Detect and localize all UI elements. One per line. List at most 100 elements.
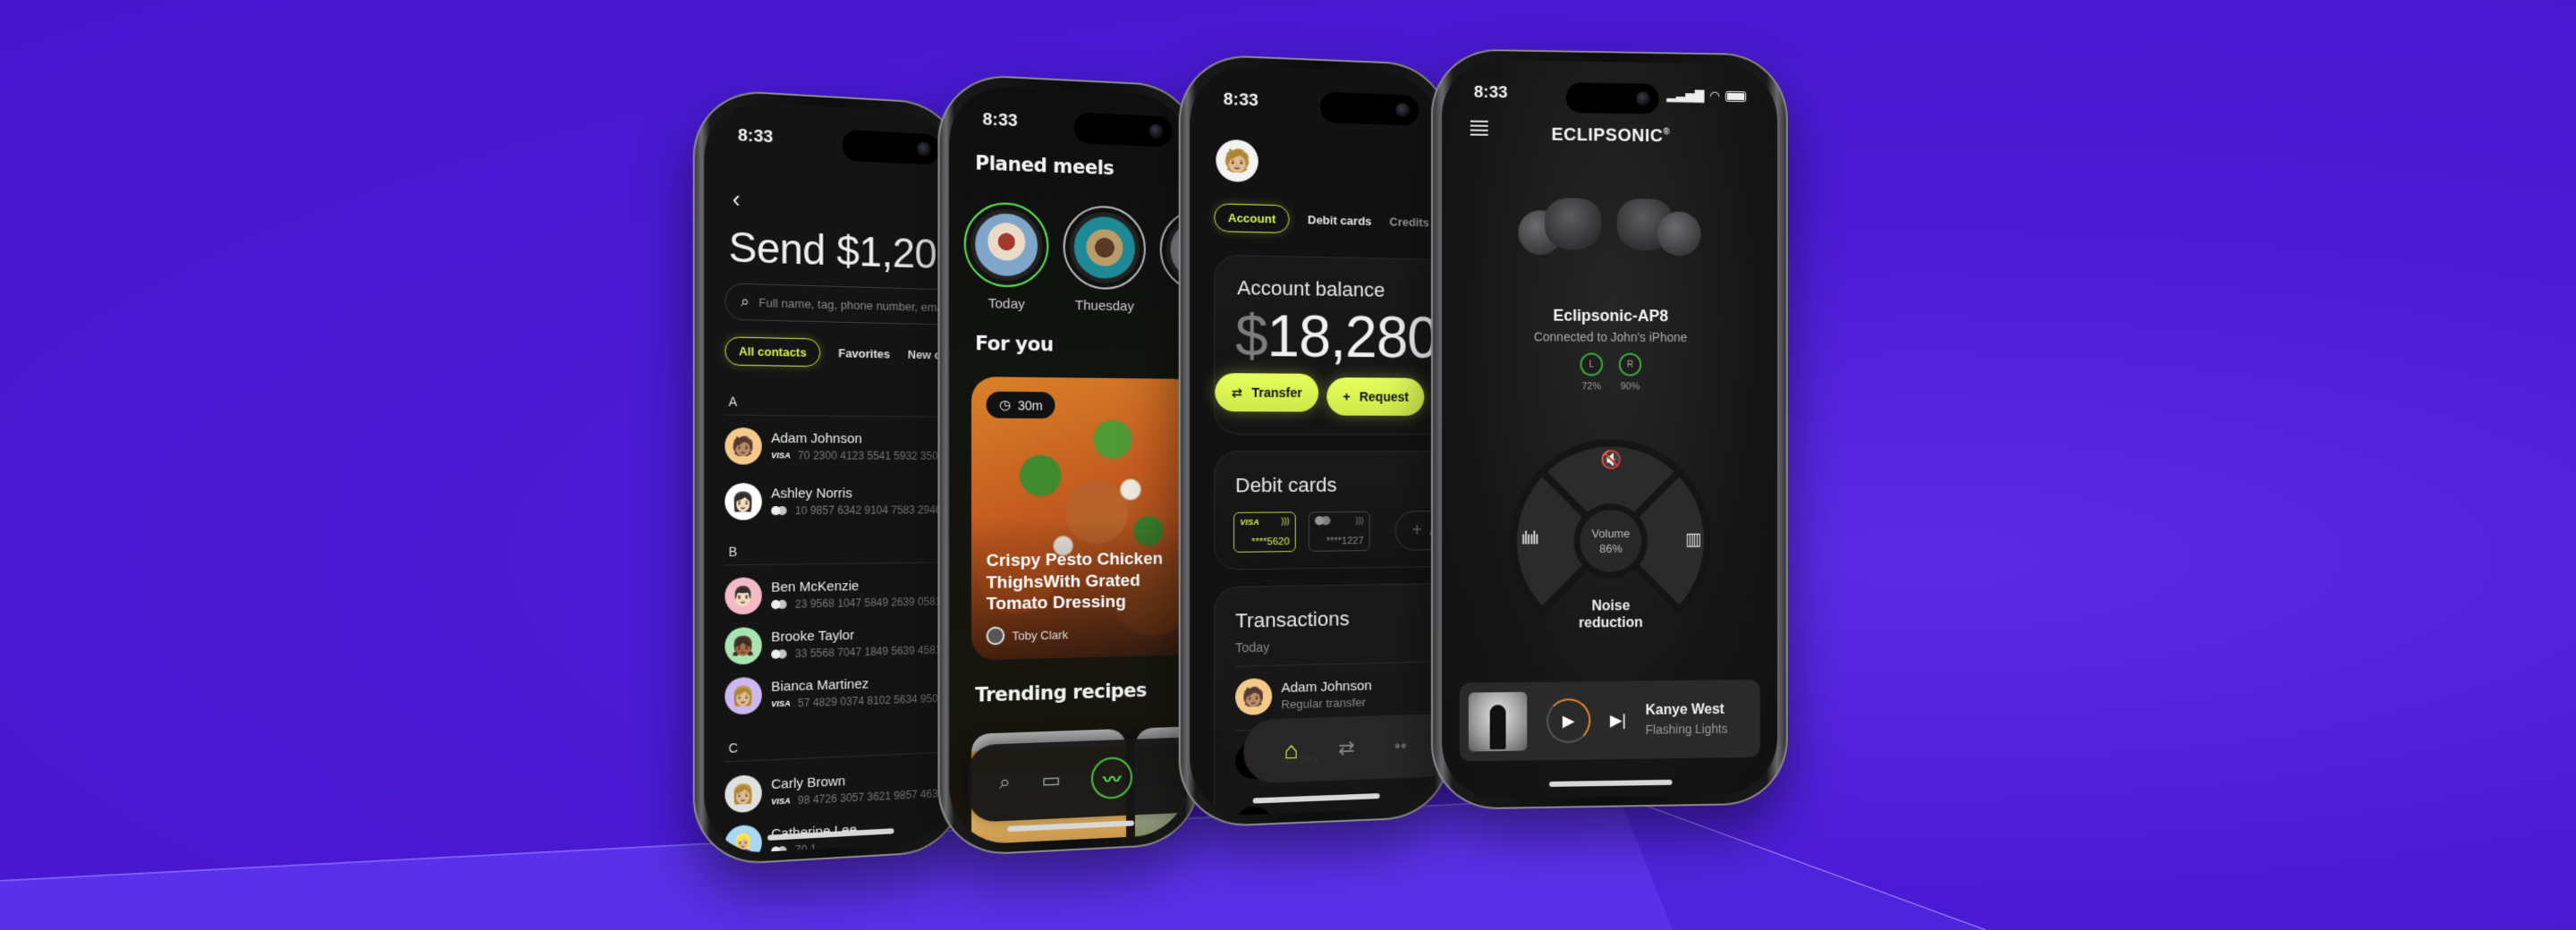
planned-meals-heading: Planed meels [975,151,1114,180]
card-number: 10 9857 6342 9104 7583 2946 [794,503,942,518]
contact-name: Adam Johnson [771,430,862,447]
meal-image [1069,211,1140,284]
card-number: 70 1 [794,842,817,856]
contact-name: Brooke Taylor [771,627,855,646]
transactions-heading: Transactions [1235,607,1350,632]
tab-account[interactable]: Account [1214,203,1290,233]
contact-row[interactable]: 👩🏻 Ashley Norris 10 9857 6342 9104 7583 … [724,483,941,520]
avatar: 🧑🏽 [724,427,762,465]
debit-card-mastercard[interactable]: ))) ****1227 [1308,511,1370,552]
skip-next-icon[interactable]: ▶| [1610,711,1626,730]
contactless-icon: ))) [1281,516,1290,526]
tab-credits[interactable]: Credits [1389,215,1429,229]
play-button[interactable]: ▶ [1546,698,1591,744]
meal-image [970,207,1043,282]
dynamic-island [1565,82,1659,114]
mastercard-icon [1315,516,1331,525]
noise-reduction-label: Noise reduction [1579,598,1643,631]
transaction-name: Sonos Hilversum NL [1281,811,1404,817]
mastercard-icon [771,600,787,610]
track-info: Kanye West Flashing Lights [1646,702,1728,737]
visa-icon: VISA [771,698,791,709]
tab-favorites[interactable]: Favorites [838,346,890,360]
registered-mark: ® [1663,127,1671,138]
send-money-screen: 8:33 ‹ Send $1,200 ⌕ Full name, tag, pho… [704,99,954,856]
contact-name: Ashley Norris [771,486,852,502]
status-time: 8:33 [1473,82,1508,103]
plus-icon: + [1343,389,1351,404]
brand-logo: ECLIPSONIC® [1442,123,1777,148]
earbuds-image [1518,192,1702,265]
transfer-icon: ⇄ [1231,385,1243,400]
duration-badge: ◷ 30m [986,391,1055,419]
contact-row[interactable]: 👧🏾 Brooke Taylor 33 5568 7047 1849 5639 … [724,623,941,665]
trending-recipes-heading: Trending recipes [975,679,1148,706]
mastercard-icon [771,846,787,855]
avatar: 👱🏼‍♀️ [724,824,762,856]
contact-name: Ben McKenzie [771,578,860,596]
signal-icon: ▂▃▅▇ [1666,87,1705,103]
calendar-icon[interactable]: ▭ [1042,768,1061,792]
bottom-nav: ⌕ ▭ 〰 [967,735,1191,823]
volume-value: 86% [1599,541,1623,555]
meal-label: Thuesday [1074,297,1134,315]
visa-icon: VISA [771,796,791,807]
request-button[interactable]: + Request [1326,377,1425,416]
balance-value: $18,280 [1235,301,1437,370]
divider [724,414,954,418]
visa-icon: VISA [1240,517,1259,528]
phone-banking-app: 8:33 🧑🏼 Account Debit cards Credits Acco… [1178,53,1451,829]
sound-wave-icon[interactable]: ılıılı [1521,528,1538,549]
track-title: Flashing Lights [1645,721,1728,737]
voice-wave-icon[interactable]: 〰 [1091,756,1133,800]
dynamic-island [1320,91,1419,126]
more-icon[interactable]: •• [1394,736,1407,757]
contact-row[interactable]: 🧑🏽 Adam Johnson VISA 70 2300 4123 5541 59… [724,427,944,465]
status-time: 8:33 [982,109,1018,131]
equalizer-icon[interactable]: ▥ [1685,528,1701,551]
debit-card-visa[interactable]: VISA ))) ****5620 [1233,512,1296,553]
transaction-name: Adam Johnson [1281,678,1372,697]
home-icon[interactable]: ⌂ [1284,736,1298,765]
meal-today[interactable]: Today [963,201,1049,313]
battery-ring: R [1618,352,1642,376]
transfer-button[interactable]: ⇄ Transfer [1215,373,1319,412]
meal-thuesday[interactable]: Thuesday [1063,204,1146,315]
mute-icon[interactable]: 🔇 [1600,449,1622,471]
avatar: 👨🏻 [724,577,762,615]
search-placeholder: Full name, tag, phone number, email [758,295,949,315]
recipient-search-input[interactable]: ⌕ Full name, tag, phone number, email [724,283,954,326]
volume-readout[interactable]: Volume 86% [1573,503,1648,579]
play-icon: ▶ [1562,711,1575,730]
transfer-icon[interactable]: ⇄ [1338,736,1355,760]
home-indicator [1548,779,1673,787]
plus-icon: + [1411,520,1423,540]
transaction-row[interactable]: 🧑🏽 Adam Johnson Regular transfer [1235,675,1372,716]
banking-screen: 8:33 🧑🏼 Account Debit cards Credits Acco… [1190,64,1441,817]
chevron-left-icon[interactable]: ‹ [733,185,741,214]
recipe-title: Crispy Pesto Chicken ThighsWith Grated T… [986,549,1164,614]
search-icon[interactable]: ⌕ [999,770,1011,794]
meal-label: Today [987,295,1025,313]
featured-recipe-card[interactable]: ◷ 30m Crispy Pesto Chicken ThighsWith Gr… [971,376,1191,661]
album-art [1468,691,1528,752]
transaction-desc: Regular transfer [1281,695,1366,712]
contact-row[interactable]: 👩🏼 Carly Brown VISA 98 4726 3057 3621 985… [724,766,944,814]
debit-cards-heading: Debit cards [1235,473,1337,497]
track-artist: Kanye West [1645,702,1724,718]
visa-icon: VISA [771,451,791,461]
avatar: 🧑🏽 [1235,678,1273,716]
contact-row[interactable]: 👩🏼 Bianca Martinez VISA 57 4829 0374 8102… [724,672,944,715]
divider [724,751,954,763]
profile-avatar[interactable]: 🧑🏼 [1216,139,1258,183]
currency-symbol: $ [1235,302,1267,369]
device-name: Eclipsonic-AP8 [1553,306,1669,326]
left-earbud [1518,198,1606,257]
tab-all-contacts[interactable]: All contacts [724,336,820,368]
for-you-heading: For you [975,332,1054,356]
tab-debit-cards[interactable]: Debit cards [1308,213,1371,228]
contact-row[interactable]: 👨🏻 Ben McKenzie 23 9568 1047 5849 2639 0… [724,574,941,615]
meal-image-ring [963,201,1049,289]
dynamic-island [842,129,940,165]
dynamic-island [1073,112,1173,148]
